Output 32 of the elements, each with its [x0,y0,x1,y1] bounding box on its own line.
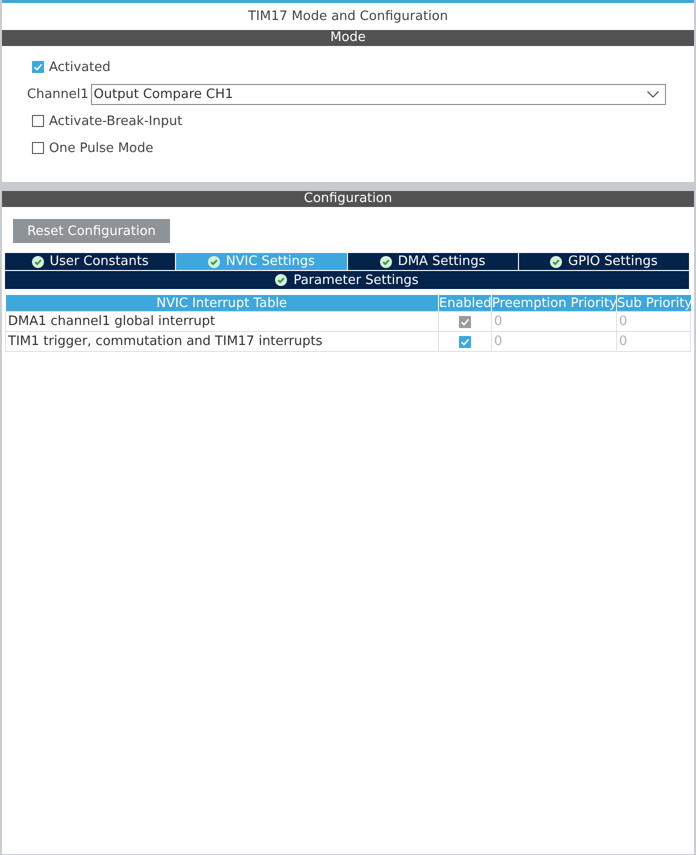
checkbox-label: One Pulse Mode [49,140,154,156]
column-header: Sub Priority [616,295,690,312]
table-cell: 0 [492,312,616,332]
settings-tab[interactable]: GPIO Settings [518,253,689,271]
check-circle-icon [32,256,44,268]
column-header: Preemption Priority [492,295,616,312]
table-cell: 0 [616,332,690,352]
chevron-down-icon [646,90,659,98]
checkbox[interactable] [32,142,44,154]
checkbox-label: Activated [49,60,111,74]
check-circle-icon [550,256,562,268]
checkbox[interactable] [459,336,471,348]
table-cell: 0 [616,312,690,332]
table-cell: DMA1 channel1 global interrupt [6,312,438,332]
settings-tab[interactable]: DMA Settings [348,253,519,271]
settings-tab[interactable]: User Constants [5,253,176,271]
section-header: Configuration [2,191,694,207]
check-circle-icon [380,256,392,268]
table-cell: TIM1 trigger, commutation and TIM17 interrupts [6,332,438,352]
settings-tab[interactable]: Parameter Settings [5,271,689,289]
checkbox[interactable] [32,61,44,73]
section-header: Mode [2,30,694,46]
window-title: TIM17 Mode and Configuration [247,8,449,26]
channel-select[interactable]: Output Compare CH1 [90,84,666,104]
channel-label: Channel1 [27,86,89,102]
check-circle-icon [275,274,288,286]
checkbox[interactable] [32,115,44,127]
check-circle-icon [208,256,220,268]
column-header: Enabled [438,295,492,312]
table-cell: 0 [492,332,616,352]
column-header: NVIC Interrupt Table [6,295,438,312]
checkbox-label: Activate-Break-Input [49,114,182,128]
